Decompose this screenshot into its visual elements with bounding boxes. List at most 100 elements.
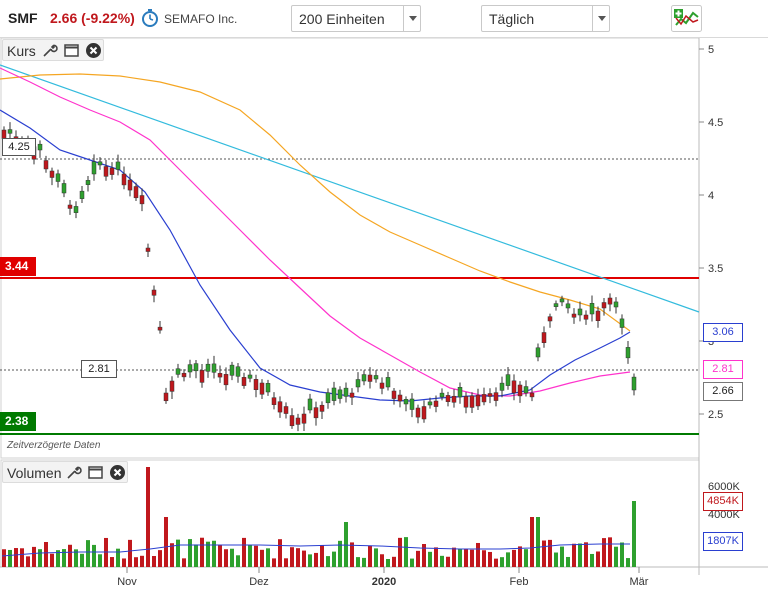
candle-body	[295, 417, 301, 425]
volume-bar	[518, 546, 522, 567]
volume-bar	[266, 548, 270, 567]
candle-body	[559, 298, 565, 303]
sma200-line	[0, 73, 631, 332]
add-indicator-icon[interactable]	[671, 5, 702, 32]
volume-bar	[92, 544, 96, 567]
units-select[interactable]: 200 Einheiten	[291, 5, 421, 32]
volume-bar	[80, 553, 84, 567]
candle-body	[37, 143, 43, 151]
window-icon[interactable]	[63, 42, 80, 59]
candle-body	[499, 382, 505, 391]
volume-bar	[68, 544, 72, 567]
chevron-down-icon[interactable]	[592, 6, 609, 31]
volume-bar	[122, 558, 126, 567]
y-tick-label: 5	[708, 44, 714, 56]
candle-body	[577, 308, 583, 316]
candle-body	[331, 387, 337, 401]
volume-bar	[464, 549, 468, 567]
volume-bar	[434, 547, 438, 567]
x-axis-ticks: Nov Dez 2020 Feb Mär	[117, 567, 649, 588]
candle-body	[127, 179, 133, 191]
stopwatch-icon	[142, 9, 158, 27]
sma20-price-tag: 3.06	[703, 323, 743, 342]
candle-body	[343, 387, 349, 397]
candle-body	[517, 384, 523, 397]
volume-bar	[164, 517, 168, 567]
price-change-label: 2.66 (-9.22%)	[50, 10, 135, 26]
y-tick-label: 4.5	[708, 117, 723, 129]
candle-body	[355, 379, 361, 388]
candle-body	[235, 366, 241, 377]
candle-body	[325, 392, 331, 404]
volume-bar	[176, 539, 180, 567]
volume-bar	[14, 548, 18, 567]
volume-bar	[416, 550, 420, 567]
candle-body	[403, 399, 409, 405]
candle-body	[421, 406, 427, 420]
level-label-top: 4.25	[2, 138, 36, 156]
chevron-down-icon[interactable]	[403, 6, 420, 31]
volume-bar	[8, 549, 12, 567]
candle-body	[475, 394, 481, 407]
close-icon[interactable]	[109, 464, 126, 481]
candle-body	[175, 368, 181, 375]
volume-bar	[230, 548, 234, 567]
volume-bar	[584, 542, 588, 567]
volume-bar	[620, 542, 624, 567]
x-tick-label: Dez	[249, 576, 269, 588]
wrench-icon[interactable]	[41, 42, 58, 59]
support-label: 2.38	[0, 412, 36, 431]
volume-bar	[140, 555, 144, 567]
candle-body	[67, 204, 73, 209]
interval-select[interactable]: Täglich	[481, 5, 610, 32]
chart-canvas: 5 4.5 4 3.5 3 2.5 6000K 4000K Nov Dez 20…	[0, 38, 768, 588]
candle-body	[373, 375, 379, 380]
candle-body	[511, 380, 517, 394]
volume-bar	[380, 554, 384, 567]
candle-body	[61, 183, 67, 194]
volume-bar	[368, 545, 372, 567]
candle-body	[571, 313, 577, 318]
candle-body	[427, 401, 433, 406]
candle-body	[157, 326, 163, 331]
volume-bar	[62, 549, 66, 567]
x-tick-label: Feb	[510, 576, 529, 588]
candle-body	[451, 395, 457, 403]
candle-body	[595, 310, 601, 321]
x-tick-label: Nov	[117, 576, 137, 588]
volume-bar	[188, 539, 192, 567]
interval-select-value: Täglich	[489, 11, 535, 27]
last-price-tag: 2.66	[703, 382, 743, 401]
volume-bar	[26, 556, 30, 567]
volume-bar	[398, 537, 402, 567]
volume-bar	[428, 551, 432, 567]
close-icon[interactable]	[85, 42, 102, 59]
volume-bar	[614, 546, 618, 567]
volume-bar	[38, 549, 42, 567]
candle-body	[439, 392, 445, 398]
candle-body	[283, 406, 289, 414]
volume-bar	[506, 552, 510, 567]
candle-body	[271, 397, 277, 405]
candle-body	[145, 247, 151, 252]
candle-body	[529, 392, 535, 398]
volume-bar	[320, 545, 324, 567]
volume-bar	[458, 548, 462, 567]
window-icon[interactable]	[87, 464, 104, 481]
volume-bar	[20, 548, 24, 567]
candle-body	[385, 377, 391, 388]
volume-bar	[542, 540, 546, 567]
candle-body	[619, 318, 625, 328]
price-panel-title: Kurs	[7, 43, 36, 59]
volume-bar	[578, 543, 582, 567]
wrench-icon[interactable]	[65, 464, 82, 481]
candle-body	[547, 316, 553, 322]
volume-bar	[146, 467, 150, 567]
volume-bar	[308, 554, 312, 567]
volume-avg-tag: 1807K	[703, 532, 743, 551]
candle-body	[469, 395, 475, 408]
y-tick-label: 3.5	[708, 263, 723, 275]
volume-bar	[110, 557, 114, 567]
volume-bar	[236, 555, 240, 567]
candle-body	[199, 370, 205, 383]
